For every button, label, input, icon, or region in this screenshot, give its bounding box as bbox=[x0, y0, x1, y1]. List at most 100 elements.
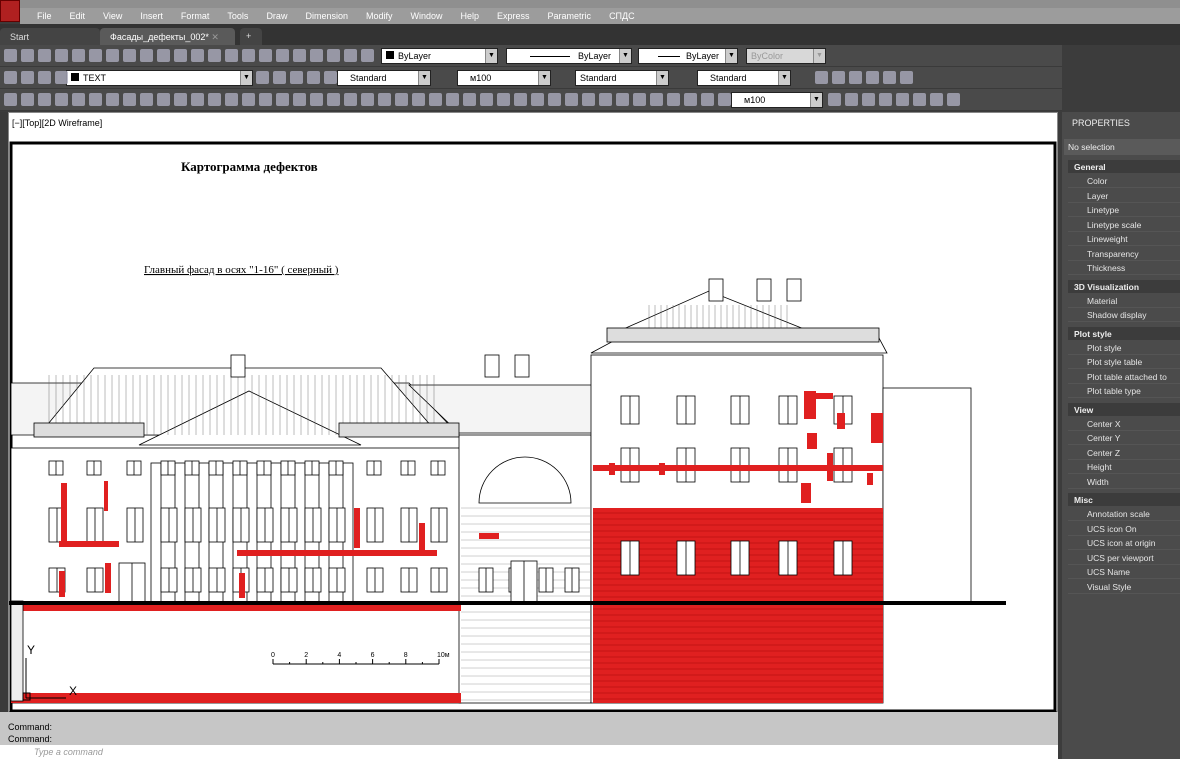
toolbar-tool-icon[interactable] bbox=[718, 93, 731, 106]
menu-item[interactable]: СПДС bbox=[600, 11, 644, 21]
lineweight-combo[interactable]: ByLayer ▼ bbox=[638, 48, 738, 64]
toolbar-tool-icon[interactable] bbox=[276, 93, 289, 106]
toolbar-tool-icon[interactable] bbox=[412, 93, 425, 106]
table-style-combo[interactable]: Standard ▼ bbox=[575, 70, 669, 86]
toolbar-tool-icon[interactable] bbox=[4, 71, 17, 84]
toolbar-tool-icon[interactable] bbox=[324, 71, 337, 84]
toolbar-tool-icon[interactable] bbox=[361, 49, 374, 62]
toolbar-tool-icon[interactable] bbox=[140, 93, 153, 106]
toolbar-tool-icon[interactable] bbox=[667, 93, 680, 106]
toolbar-tool-icon[interactable] bbox=[930, 93, 943, 106]
toolbar-tool-icon[interactable] bbox=[849, 71, 862, 84]
toolbar-tool-icon[interactable] bbox=[259, 49, 272, 62]
tab-start[interactable]: Start bbox=[0, 28, 100, 45]
property-row[interactable]: Linetype scale bbox=[1068, 218, 1180, 232]
toolbar-tool-icon[interactable] bbox=[123, 49, 136, 62]
toolbar-tool-icon[interactable] bbox=[565, 93, 578, 106]
toolbar-tool-icon[interactable] bbox=[828, 93, 841, 106]
property-row[interactable]: UCS per viewport bbox=[1068, 551, 1180, 565]
toolbar-tool-icon[interactable] bbox=[208, 93, 221, 106]
toolbar-tool-icon[interactable] bbox=[879, 93, 892, 106]
toolbar-tool-icon[interactable] bbox=[947, 93, 960, 106]
property-row[interactable]: Lineweight bbox=[1068, 232, 1180, 246]
toolbar-tool-icon[interactable] bbox=[191, 93, 204, 106]
toolbar-tool-icon[interactable] bbox=[633, 93, 646, 106]
property-row[interactable]: Visual Style bbox=[1068, 580, 1180, 594]
toolbar-tool-icon[interactable] bbox=[293, 49, 306, 62]
property-row[interactable]: UCS icon at origin bbox=[1068, 536, 1180, 550]
toolbar-tool-icon[interactable] bbox=[21, 93, 34, 106]
annotation-scale-combo[interactable]: м100 ▼ bbox=[731, 92, 823, 108]
toolbar-tool-icon[interactable] bbox=[582, 93, 595, 106]
dim-style-combo[interactable]: м100 ▼ bbox=[457, 70, 551, 86]
mleader-style-combo[interactable]: Standard ▼ bbox=[697, 70, 791, 86]
close-tab-icon[interactable]: ✕ bbox=[211, 32, 219, 42]
menu-item[interactable]: Dimension bbox=[296, 11, 357, 21]
toolbar-tool-icon[interactable] bbox=[293, 93, 306, 106]
toolbar-tool-icon[interactable] bbox=[815, 71, 828, 84]
toolbar-tool-icon[interactable] bbox=[4, 49, 17, 62]
toolbar-tool-icon[interactable] bbox=[89, 93, 102, 106]
toolbar-tool-icon[interactable] bbox=[361, 93, 374, 106]
toolbar-tool-icon[interactable] bbox=[55, 93, 68, 106]
toolbar-tool-icon[interactable] bbox=[548, 93, 561, 106]
property-row[interactable]: Thickness bbox=[1068, 261, 1180, 275]
property-row[interactable]: Plot table attached to bbox=[1068, 370, 1180, 384]
toolbar-tool-icon[interactable] bbox=[21, 71, 34, 84]
toolbar-tool-icon[interactable] bbox=[327, 93, 340, 106]
toolbar-tool-icon[interactable] bbox=[174, 49, 187, 62]
toolbar-tool-icon[interactable] bbox=[883, 71, 896, 84]
toolbar-tool-icon[interactable] bbox=[225, 93, 238, 106]
toolbar-tool-icon[interactable] bbox=[290, 71, 303, 84]
toolbar-tool-icon[interactable] bbox=[276, 49, 289, 62]
toolbar-tool-icon[interactable] bbox=[191, 49, 204, 62]
menu-item[interactable]: File bbox=[28, 11, 61, 21]
command-input[interactable]: Type a command bbox=[0, 745, 1058, 759]
toolbar-tool-icon[interactable] bbox=[832, 71, 845, 84]
section-misc[interactable]: Misc bbox=[1068, 493, 1180, 506]
color-combo[interactable]: ByLayer ▼ bbox=[381, 48, 498, 64]
menu-item[interactable]: Window bbox=[402, 11, 452, 21]
property-row[interactable]: Annotation scale bbox=[1068, 507, 1180, 521]
property-row[interactable]: Center X bbox=[1068, 417, 1180, 431]
toolbar-tool-icon[interactable] bbox=[72, 49, 85, 62]
section-view[interactable]: View bbox=[1068, 402, 1180, 416]
toolbar-tool-icon[interactable] bbox=[55, 49, 68, 62]
menu-item[interactable]: Format bbox=[172, 11, 219, 21]
menu-item[interactable]: Help bbox=[452, 11, 489, 21]
toolbar-tool-icon[interactable] bbox=[446, 93, 459, 106]
property-row[interactable]: Height bbox=[1068, 460, 1180, 474]
property-row[interactable]: Color bbox=[1068, 174, 1180, 188]
application-menu-button[interactable] bbox=[0, 0, 20, 22]
toolbar-tool-icon[interactable] bbox=[344, 49, 357, 62]
section-plot-style[interactable]: Plot style bbox=[1068, 326, 1180, 340]
menu-item[interactable]: Modify bbox=[357, 11, 402, 21]
property-row[interactable]: UCS Name bbox=[1068, 565, 1180, 579]
toolbar-tool-icon[interactable] bbox=[616, 93, 629, 106]
toolbar-tool-icon[interactable] bbox=[106, 93, 119, 106]
toolbar-tool-icon[interactable] bbox=[208, 49, 221, 62]
property-row[interactable]: Layer bbox=[1068, 189, 1180, 203]
toolbar-tool-icon[interactable] bbox=[684, 93, 697, 106]
section-general[interactable]: General bbox=[1068, 160, 1180, 173]
toolbar-tool-icon[interactable] bbox=[497, 93, 510, 106]
property-row[interactable]: Center Y bbox=[1068, 431, 1180, 445]
toolbar-tool-icon[interactable] bbox=[307, 71, 320, 84]
toolbar-tool-icon[interactable] bbox=[866, 71, 879, 84]
toolbar-tool-icon[interactable] bbox=[259, 93, 272, 106]
layer-combo[interactable]: TEXT ▼ bbox=[66, 70, 253, 86]
property-row[interactable]: UCS icon On bbox=[1068, 522, 1180, 536]
selection-dropdown[interactable]: No selection bbox=[1064, 139, 1180, 155]
menu-item[interactable]: Insert bbox=[131, 11, 172, 21]
drawing-canvas[interactable]: Картограмма дефектов Главный фасад в ося… bbox=[8, 112, 1058, 713]
toolbar-tool-icon[interactable] bbox=[140, 49, 153, 62]
toolbar-tool-icon[interactable] bbox=[896, 93, 909, 106]
property-row[interactable]: Linetype bbox=[1068, 203, 1180, 217]
toolbar-tool-icon[interactable] bbox=[514, 93, 527, 106]
property-row[interactable]: Plot table type bbox=[1068, 384, 1180, 398]
toolbar-tool-icon[interactable] bbox=[72, 93, 85, 106]
toolbar-tool-icon[interactable] bbox=[845, 93, 858, 106]
toolbar-tool-icon[interactable] bbox=[38, 49, 51, 62]
toolbar-tool-icon[interactable] bbox=[913, 93, 926, 106]
menu-item[interactable]: Parametric bbox=[539, 11, 601, 21]
